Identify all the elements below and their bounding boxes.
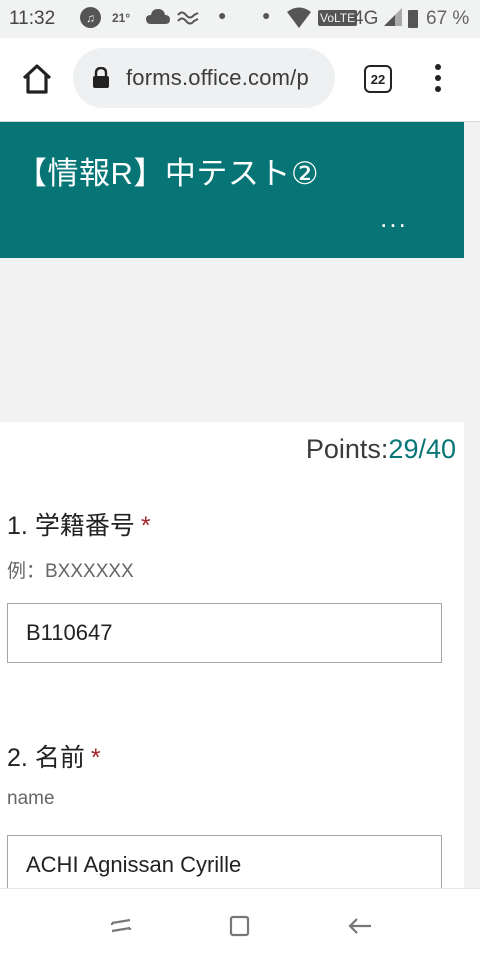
tabs-button[interactable]: 22 <box>364 65 392 93</box>
points-display: Points:29/40 <box>306 434 456 465</box>
question-number: 1. <box>7 512 28 540</box>
signal-icon <box>383 7 403 33</box>
battery-icon <box>408 10 418 28</box>
system-nav-bar <box>0 888 480 960</box>
status-time: 11:32 <box>9 8 56 29</box>
question-subtitle: 例：BXXXXXX <box>7 561 134 582</box>
dot-icon: ● <box>218 7 227 23</box>
home-icon[interactable] <box>18 60 56 98</box>
required-marker: * <box>90 744 101 772</box>
home-square-icon[interactable] <box>225 911 255 941</box>
question-number: 2. <box>7 744 28 772</box>
question-text: 名前 <box>34 744 85 772</box>
network-type: 4G <box>353 8 379 29</box>
scrollbar-track[interactable] <box>464 122 480 888</box>
question-subtitle: name <box>7 788 55 809</box>
header-banner <box>0 258 464 422</box>
volte-badge: VoLTE <box>318 10 358 26</box>
back-arrow-icon[interactable] <box>345 911 375 941</box>
points-label: Points: <box>305 434 389 464</box>
question-1: 1. 学籍番号 * 例：BXXXXXX <box>7 506 151 583</box>
student-id-answer[interactable]: B110647 <box>7 603 442 663</box>
status-temperature: 21° <box>112 11 131 25</box>
url-text: forms.office.com/p <box>126 65 309 90</box>
recent-apps-icon[interactable] <box>106 911 136 941</box>
cloud-icon <box>145 7 171 33</box>
battery-percent: 67 % <box>426 8 470 29</box>
music-icon: ♫ <box>80 7 101 28</box>
points-value: 29/40 <box>388 434 456 464</box>
name-answer[interactable]: ACHI Agnissan Cyrille <box>7 835 442 888</box>
form-page: 【情報R】中テスト② ... Points:29/40 1. 学籍番号 * 例：B… <box>0 122 480 888</box>
question-2: 2. 名前 * name <box>7 738 101 810</box>
question-title: 2. 名前 * <box>7 738 101 774</box>
question-title: 1. 学籍番号 * <box>7 506 151 542</box>
required-marker: * <box>140 512 151 540</box>
status-bar: 11:32 ♫ 21° ● ● VoLTE 4G 67 % <box>0 0 480 38</box>
question-text: 学籍番号 <box>34 512 135 540</box>
browser-toolbar: forms.office.com/p 22 <box>0 38 480 122</box>
form-header: 【情報R】中テスト② ... <box>0 122 464 258</box>
form-title: 【情報R】中テスト② <box>16 156 320 191</box>
more-options-button[interactable]: ... <box>376 205 412 244</box>
wifi-icon <box>286 7 312 35</box>
overflow-menu-icon[interactable] <box>428 64 448 94</box>
lock-icon <box>92 66 110 89</box>
wave-icon <box>177 7 199 32</box>
dot-icon: ● <box>262 7 271 23</box>
address-bar[interactable]: forms.office.com/p <box>73 48 335 108</box>
